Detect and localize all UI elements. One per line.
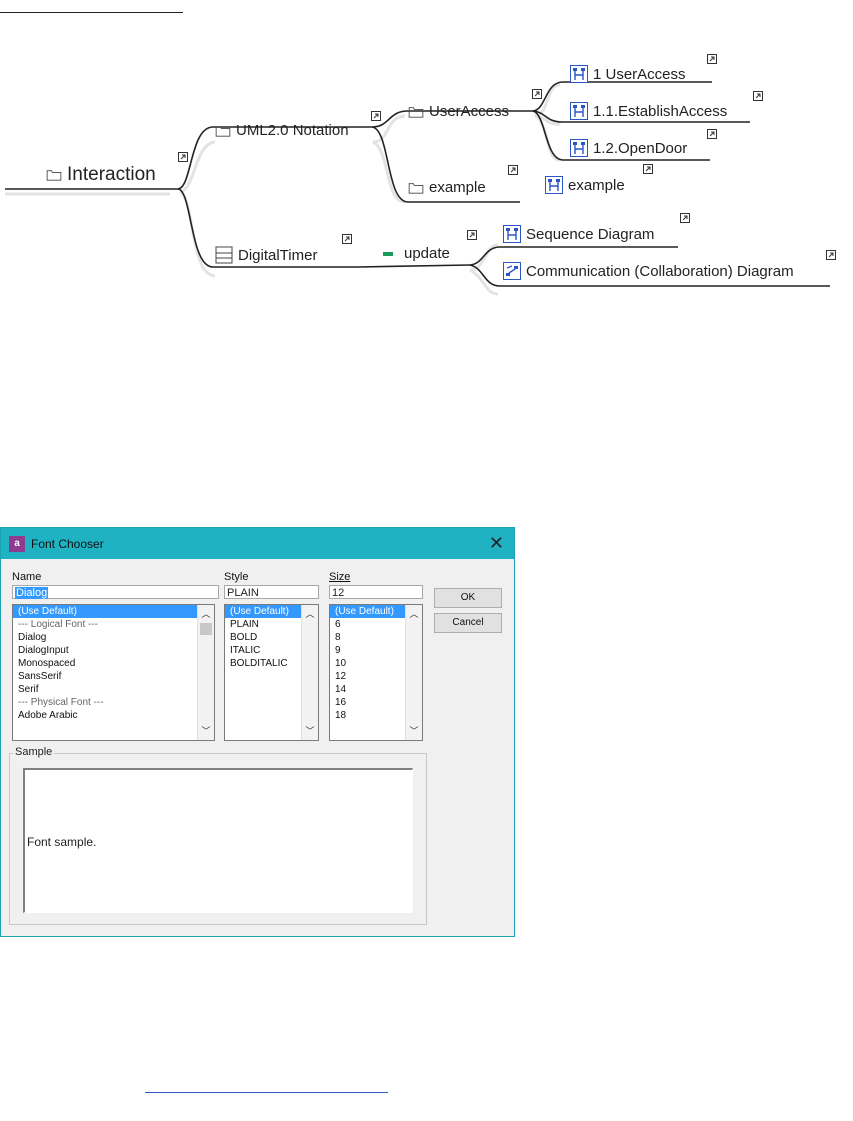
font-chooser-dialog: a Font Chooser ✕ Name Dialog (Use Defaul…: [0, 527, 515, 937]
list-item[interactable]: --- Logical Font ---: [13, 618, 214, 631]
size-field[interactable]: 12: [329, 585, 423, 599]
scroll-up-icon[interactable]: ︿: [198, 607, 214, 621]
scroll-down-icon[interactable]: ﹀: [198, 724, 214, 738]
sample-preview: Font sample.: [23, 768, 413, 913]
sequence-diagram-icon: [545, 176, 563, 194]
list-item[interactable]: Monospaced: [13, 657, 214, 670]
folder-icon: [46, 170, 62, 181]
style-label: Style: [224, 571, 249, 583]
list-item[interactable]: Dialog: [13, 631, 214, 644]
node-label: 1.1.EstablishAccess: [593, 102, 728, 120]
size-list-scrollbar[interactable]: ︿ ﹀: [405, 605, 422, 740]
node-label: Interaction: [67, 164, 156, 185]
node-1-useraccess[interactable]: 1 UserAccess: [570, 65, 686, 83]
external-link-icon[interactable]: [680, 213, 690, 223]
list-item[interactable]: Serif: [13, 683, 214, 696]
folder-icon: [408, 106, 424, 118]
external-link-icon[interactable]: [508, 165, 518, 175]
node-sequence-diagram[interactable]: Sequence Diagram: [503, 225, 654, 243]
communication-diagram-icon: [503, 262, 521, 280]
node-establish-access[interactable]: 1.1.EstablishAccess: [570, 102, 727, 120]
mind-map: Interaction UML2.0 Notation UserAccess 1…: [0, 40, 853, 310]
folder-icon: [215, 125, 231, 137]
external-link-icon[interactable]: [707, 54, 717, 64]
node-label: DigitalTimer: [238, 246, 318, 264]
node-label: example: [568, 176, 625, 194]
top-rule: [0, 12, 183, 13]
node-label: UML2.0 Notation: [236, 122, 349, 139]
node-update[interactable]: update: [383, 245, 450, 262]
name-list-scrollbar[interactable]: ︿ ﹀: [197, 605, 214, 740]
list-item[interactable]: (Use Default): [13, 605, 214, 618]
scroll-thumb[interactable]: [200, 623, 212, 635]
operation-marker-icon: [383, 251, 393, 256]
scroll-down-icon[interactable]: ﹀: [406, 724, 422, 738]
bottom-link-underline: [145, 1092, 388, 1093]
node-example-diagram[interactable]: example: [545, 176, 625, 194]
size-field-value: 12: [332, 587, 345, 599]
node-label: example: [429, 179, 486, 196]
node-interaction[interactable]: Interaction: [46, 164, 156, 186]
style-list[interactable]: (Use Default) PLAIN BOLD ITALIC BOLDITALIC ︿…: [224, 604, 319, 741]
sequence-diagram-icon: [570, 65, 588, 83]
scroll-up-icon[interactable]: ︿: [406, 607, 422, 621]
app-icon: a: [9, 535, 25, 552]
style-list-scrollbar[interactable]: ︿ ﹀: [301, 605, 318, 740]
external-link-icon[interactable]: [753, 91, 763, 101]
node-label: UserAccess: [429, 103, 510, 120]
node-label: Communication (Collaboration) Diagram: [526, 262, 794, 280]
style-field-value: PLAIN: [227, 587, 259, 599]
scroll-up-icon[interactable]: ︿: [302, 607, 318, 621]
name-list[interactable]: (Use Default) --- Logical Font --- Dialog D…: [12, 604, 215, 741]
size-list[interactable]: (Use Default) 6 8 9 10 12 14 16 18 ︿ ﹀: [329, 604, 423, 741]
dialog-title: Font Chooser: [31, 536, 104, 551]
sequence-diagram-icon: [570, 102, 588, 120]
dialog-titlebar[interactable]: a Font Chooser ✕: [1, 528, 514, 559]
external-link-icon[interactable]: [643, 164, 653, 174]
external-link-icon[interactable]: [826, 250, 836, 260]
folder-icon: [408, 182, 424, 194]
node-open-door[interactable]: 1.2.OpenDoor: [570, 139, 687, 157]
node-label: Sequence Diagram: [526, 225, 655, 243]
name-field-value: Dialog: [15, 587, 49, 599]
external-link-icon[interactable]: [532, 89, 542, 99]
list-item[interactable]: SansSerif: [13, 670, 214, 683]
size-label: Size: [329, 571, 350, 583]
sequence-diagram-icon: [503, 225, 521, 243]
node-label: 1 UserAccess: [593, 65, 686, 83]
node-example-folder[interactable]: example: [408, 179, 486, 196]
scroll-down-icon[interactable]: ﹀: [302, 724, 318, 738]
node-label: update: [404, 245, 450, 262]
node-digitaltimer[interactable]: DigitalTimer: [215, 246, 317, 264]
cancel-button[interactable]: Cancel: [434, 613, 502, 633]
sample-text: Font sample.: [27, 835, 97, 849]
style-field[interactable]: PLAIN: [224, 585, 319, 599]
class-icon: [215, 246, 233, 264]
sample-label: Sample: [13, 746, 55, 758]
external-link-icon[interactable]: [467, 230, 477, 240]
node-useraccess[interactable]: UserAccess: [408, 103, 509, 120]
external-link-icon[interactable]: [178, 152, 188, 162]
node-label: 1.2.OpenDoor: [593, 139, 688, 157]
external-link-icon[interactable]: [342, 234, 352, 244]
node-uml-notation[interactable]: UML2.0 Notation: [215, 122, 349, 139]
external-link-icon[interactable]: [371, 111, 381, 121]
list-item[interactable]: DialogInput: [13, 644, 214, 657]
sequence-diagram-icon: [570, 139, 588, 157]
name-field[interactable]: Dialog: [12, 585, 219, 599]
node-communication-diagram[interactable]: Communication (Collaboration) Diagram: [503, 262, 794, 280]
close-button[interactable]: ✕: [489, 533, 504, 554]
list-item[interactable]: Adobe Arabic: [13, 709, 214, 722]
name-label: Name: [12, 571, 42, 583]
size-label-text: Size: [329, 571, 351, 583]
list-item[interactable]: --- Physical Font ---: [13, 696, 214, 709]
external-link-icon[interactable]: [707, 129, 717, 139]
ok-button[interactable]: OK: [434, 588, 502, 608]
